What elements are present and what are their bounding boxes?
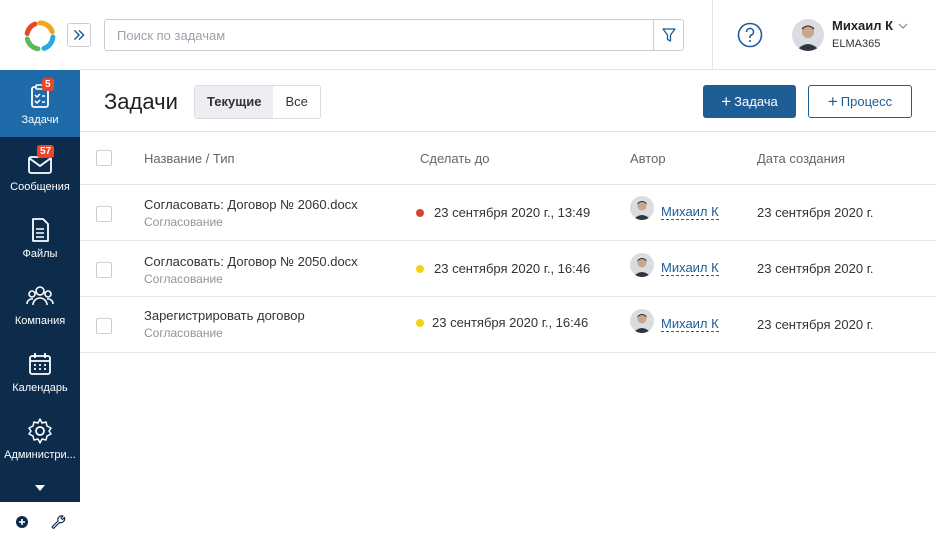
created-date: 23 сентября 2020 г. [757, 317, 874, 332]
sidebar-item-administration[interactable]: Администри... [0, 405, 80, 472]
sidebar-item-label: Задачи [21, 114, 59, 126]
task-name-link[interactable]: Согласовать: Договор № 2060.docx [144, 197, 358, 212]
due-date: 23 сентября 2020 г., 16:46 [432, 315, 589, 330]
sidebar-item-company[interactable]: Компания [0, 271, 80, 338]
tasks-badge: 5 [42, 78, 54, 91]
task-name-link[interactable]: Зарегистрировать договор [144, 308, 305, 323]
plus-icon: + [827, 92, 838, 111]
author-link[interactable]: Михаил К [661, 260, 719, 276]
sidebar-item-calendar[interactable]: Календарь [0, 338, 80, 405]
files-icon [32, 218, 49, 242]
page-divider [80, 131, 936, 132]
created-date: 23 сентября 2020 г. [757, 205, 874, 220]
table-row[interactable]: Зарегистрировать договор Согласование 23… [80, 297, 936, 353]
plus-icon: + [721, 92, 732, 111]
wrench-icon[interactable] [50, 514, 66, 530]
sidebar-item-label: Сообщения [10, 181, 70, 193]
new-process-label: Процесс [840, 94, 893, 109]
header-divider [712, 0, 713, 70]
author-link[interactable]: Михаил К [661, 316, 719, 332]
new-task-label: Задача [734, 94, 778, 109]
user-menu[interactable]: Михаил К ELMA365 [792, 18, 932, 54]
task-type: Согласование [144, 326, 223, 340]
chevron-down-icon [898, 23, 908, 29]
avatar [630, 196, 654, 220]
help-icon[interactable] [737, 22, 763, 48]
task-type: Согласование [144, 215, 223, 229]
row-checkbox[interactable] [96, 318, 112, 334]
add-circle-icon[interactable] [14, 514, 30, 530]
user-org: ELMA365 [832, 38, 881, 50]
sidebar-item-tasks[interactable]: 5 Задачи [0, 70, 80, 137]
avatar [630, 253, 654, 277]
filter-icon [662, 28, 676, 42]
column-header-author[interactable]: Автор [630, 151, 666, 166]
sidebar-item-label: Файлы [22, 248, 58, 260]
table-row[interactable]: Согласовать: Договор № 2060.docx Согласо… [80, 185, 936, 241]
expand-sidebar-button[interactable] [67, 23, 91, 47]
task-filter-tabs: Текущие Все [194, 85, 321, 119]
column-header-created[interactable]: Дата создания [757, 151, 845, 166]
sidebar: 5 Задачи 57 Сообщения Файлы Компания Кал… [0, 70, 80, 502]
avatar [792, 19, 824, 51]
messages-badge: 57 [37, 145, 55, 158]
avatar [630, 309, 654, 333]
created-date: 23 сентября 2020 г. [757, 261, 874, 276]
tab-all[interactable]: Все [273, 86, 319, 118]
page-title: Задачи [104, 89, 178, 114]
row-checkbox[interactable] [96, 262, 112, 278]
sidebar-item-files[interactable]: Файлы [0, 204, 80, 271]
table-row[interactable]: Согласовать: Договор № 2050.docx Согласо… [80, 241, 936, 297]
calendar-icon [29, 353, 51, 375]
more-down-icon[interactable] [34, 484, 46, 492]
author-link[interactable]: Михаил К [661, 204, 719, 220]
due-date: 23 сентября 2020 г., 13:49 [434, 205, 591, 220]
settings-icon [28, 418, 52, 444]
search-input[interactable] [105, 20, 655, 50]
task-type: Согласование [144, 272, 223, 286]
column-header-name[interactable]: Название / Тип [144, 151, 235, 166]
double-chevron-right-icon [73, 29, 85, 41]
due-status-dot [416, 319, 424, 327]
company-icon [26, 286, 54, 306]
task-name-link[interactable]: Согласовать: Договор № 2050.docx [144, 254, 358, 269]
sidebar-item-label: Календарь [12, 382, 68, 394]
new-process-button[interactable]: + Процесс [808, 85, 912, 118]
select-all-checkbox[interactable] [96, 150, 112, 166]
sidebar-item-label: Компания [14, 315, 66, 327]
search-box [104, 19, 684, 51]
column-header-due[interactable]: Сделать до [420, 151, 489, 166]
tab-current[interactable]: Текущие [195, 86, 274, 118]
row-checkbox[interactable] [96, 206, 112, 222]
filter-button[interactable] [653, 20, 683, 50]
elma-logo-icon[interactable] [24, 20, 56, 52]
top-header: Михаил К ELMA365 [67, 0, 936, 70]
sidebar-item-messages[interactable]: 57 Сообщения [0, 137, 80, 204]
new-task-button[interactable]: + Задача [703, 85, 796, 118]
sidebar-item-label: Администри... [4, 449, 76, 461]
due-status-dot [416, 209, 424, 217]
user-name: Михаил К [832, 18, 894, 33]
due-status-dot [416, 265, 424, 273]
due-date: 23 сентября 2020 г., 16:46 [434, 261, 591, 276]
sidebar-bottom-bar [0, 502, 80, 542]
